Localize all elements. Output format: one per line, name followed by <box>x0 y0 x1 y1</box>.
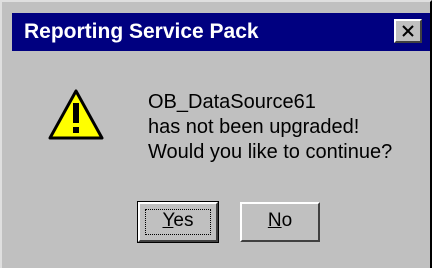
message-text: OB_DataSource61 has not been upgraded! W… <box>148 90 392 165</box>
no-label-rest: o <box>281 210 293 231</box>
no-button[interactable]: No <box>240 202 320 242</box>
message-line-status: has not been upgraded! <box>148 116 360 138</box>
warning-icon <box>48 89 104 140</box>
close-icon <box>402 25 414 37</box>
dialog-title: Reporting Service Pack <box>24 20 259 43</box>
focus-rectangle <box>145 209 211 235</box>
message-line-question: Would you like to continue? <box>148 141 393 163</box>
message-line-datasource: OB_DataSource61 <box>148 91 316 113</box>
close-button[interactable] <box>394 19 422 43</box>
yes-button[interactable]: Yes <box>137 201 219 243</box>
no-accelerator: N <box>267 210 282 231</box>
title-bar[interactable]: Reporting Service Pack <box>12 13 430 51</box>
message-dialog: Reporting Service Pack OB_DataSource61 h… <box>0 0 432 268</box>
